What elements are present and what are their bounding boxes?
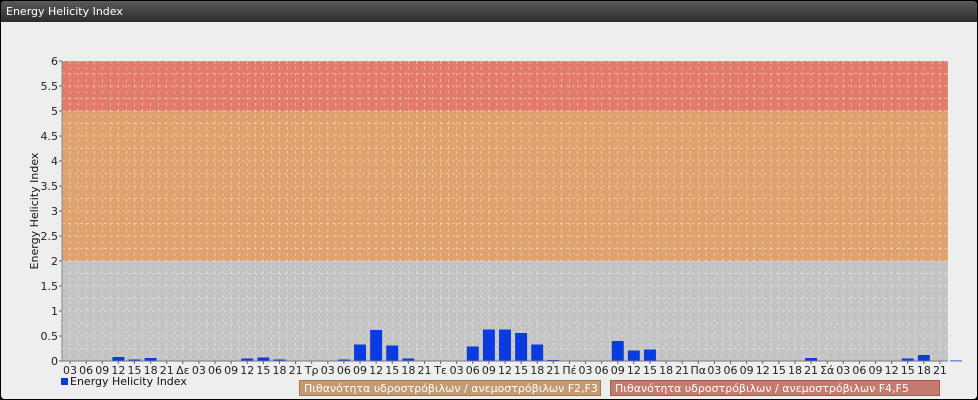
bar-09 bbox=[482, 329, 495, 361]
x-tick-label: 21 bbox=[289, 364, 303, 377]
x-tick-label: 03 bbox=[450, 364, 464, 377]
x-tick-label: 21 bbox=[417, 364, 431, 377]
bar-18 bbox=[917, 355, 930, 361]
plot-area: 0 0.5 1 1.5 2 2.5 3 3.5 4 4.5 5 5.5 6 Energy Helicity… bbox=[1, 23, 977, 399]
x-tick-label: 09 bbox=[482, 364, 496, 377]
legend-f4f5-band: Πιθανότητα υδροστρόβιλων / ανεμοστρόβιλω… bbox=[610, 380, 940, 396]
y-tick-label: 4 bbox=[51, 155, 58, 168]
x-tick-label: 09 bbox=[740, 364, 754, 377]
x-tick-label: 12 bbox=[369, 364, 383, 377]
x-tick-label: 15 bbox=[901, 364, 915, 377]
x-tick-label: 06 bbox=[466, 364, 480, 377]
x-tick-label: 18 bbox=[659, 364, 673, 377]
window-title: Energy Helicity Index bbox=[6, 5, 123, 18]
x-tick-label: 21 bbox=[546, 364, 560, 377]
y-tick-label: 3 bbox=[51, 205, 58, 218]
bar-12 bbox=[112, 357, 125, 361]
title-bar: Energy Helicity Index bbox=[1, 1, 977, 22]
y-tick-label: 4.5 bbox=[41, 130, 59, 143]
y-tick-label: 1.5 bbox=[41, 280, 59, 293]
y-tick-label: 5 bbox=[51, 105, 58, 118]
x-tick-label: 09 bbox=[224, 364, 238, 377]
bar-15 bbox=[257, 357, 270, 361]
x-tick-label: 06 bbox=[208, 364, 222, 377]
x-tick-label: 03 bbox=[321, 364, 335, 377]
x-tick-label: Πα bbox=[691, 364, 707, 377]
bar-09 bbox=[611, 341, 624, 361]
x-tick-label: 15 bbox=[256, 364, 270, 377]
y-tick-label: 1 bbox=[51, 305, 58, 318]
y-tick-label: 6 bbox=[51, 55, 58, 68]
bar-18 bbox=[531, 344, 544, 361]
x-tick-label: 09 bbox=[869, 364, 883, 377]
x-tick-label: 15 bbox=[772, 364, 786, 377]
y-tick-label: 2.5 bbox=[41, 230, 59, 243]
x-tick-label: 12 bbox=[885, 364, 899, 377]
x-tick-label: Πέ bbox=[562, 364, 576, 377]
x-tick-label: 18 bbox=[530, 364, 544, 377]
x-tick-label: Τρ bbox=[304, 364, 319, 377]
bar-12 bbox=[370, 330, 383, 361]
legend-series-label: Energy Helicity Index bbox=[70, 375, 187, 388]
legend-f2f3-band: Πιθανότητα υδροστρόβιλων / ανεμοστρόβιλω… bbox=[299, 380, 601, 396]
y-tick-label: 5.5 bbox=[41, 80, 59, 93]
x-tick-label: 06 bbox=[724, 364, 738, 377]
x-tick-label: 03 bbox=[579, 364, 593, 377]
legend-series-marker bbox=[61, 378, 68, 385]
x-tick-label: 18 bbox=[401, 364, 415, 377]
x-tick-label: 06 bbox=[852, 364, 866, 377]
bar-09 bbox=[354, 344, 366, 361]
x-tick-label: 03 bbox=[836, 364, 850, 377]
x-tick-label: 09 bbox=[353, 364, 367, 377]
x-tick-label: 03 bbox=[707, 364, 721, 377]
y-axis-label: Energy Helicity Index bbox=[28, 152, 41, 269]
x-tick-label: 12 bbox=[627, 364, 641, 377]
x-tick-label: 09 bbox=[611, 364, 625, 377]
x-tick-label: 15 bbox=[514, 364, 528, 377]
bar-15 bbox=[386, 345, 399, 361]
y-tick-label: 0.5 bbox=[41, 330, 59, 343]
bar-12 bbox=[499, 329, 511, 361]
x-tick-label: 12 bbox=[756, 364, 770, 377]
x-tick-label: 06 bbox=[595, 364, 609, 377]
x-tick-label: 06 bbox=[337, 364, 351, 377]
bar-undefined bbox=[950, 360, 963, 362]
x-tick-label: 18 bbox=[272, 364, 286, 377]
y-tick-label: 2 bbox=[51, 255, 58, 268]
bar-15 bbox=[515, 333, 528, 361]
x-tick-label: 03 bbox=[192, 364, 206, 377]
x-tick-label: 21 bbox=[804, 364, 818, 377]
y-tick-label: 3.5 bbox=[41, 180, 59, 193]
bar-15 bbox=[644, 349, 656, 361]
x-tick-label: 15 bbox=[385, 364, 399, 377]
x-tick-label: 12 bbox=[240, 364, 254, 377]
bar-12 bbox=[627, 350, 640, 361]
x-tick-label: 21 bbox=[675, 364, 689, 377]
chart-panel: Energy Helicity Index 0 0.5 1 1.5 2 2.5 3 3.5 4 4… bbox=[1, 1, 977, 399]
y-tick-label: 0 bbox=[51, 355, 58, 368]
bar-chart: 0 0.5 1 1.5 2 2.5 3 3.5 4 4.5 5 5.5 6 Energy Helicity… bbox=[28, 55, 963, 388]
x-tick-label: 12 bbox=[498, 364, 512, 377]
x-tick-label: Τε bbox=[433, 364, 447, 377]
x-tick-label: 18 bbox=[917, 364, 931, 377]
bar-06 bbox=[466, 346, 479, 361]
x-tick-label: Σά bbox=[820, 364, 834, 377]
x-tick-label: 21 bbox=[933, 364, 947, 377]
x-tick-label: 18 bbox=[788, 364, 802, 377]
x-tick-label: 15 bbox=[643, 364, 657, 377]
